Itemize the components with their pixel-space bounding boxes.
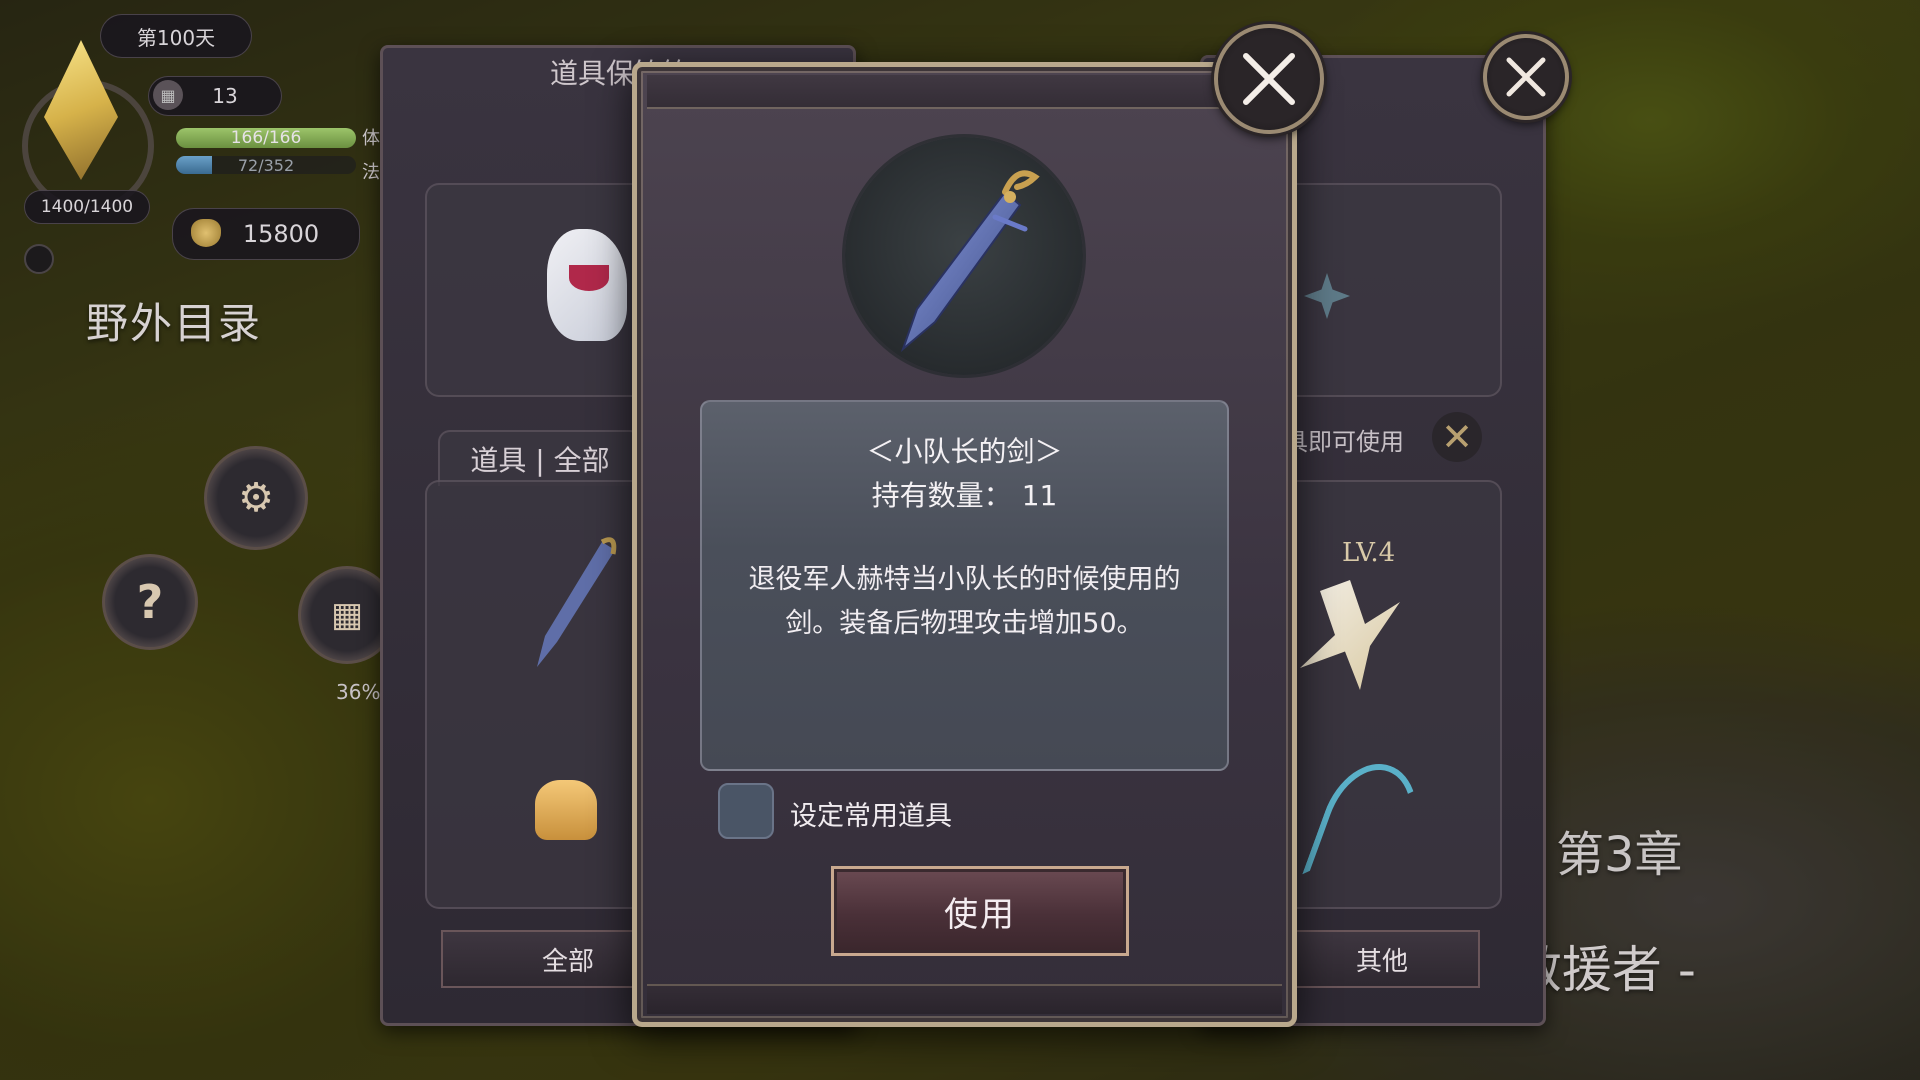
day-counter: 第100天 [100, 14, 252, 58]
staff-item-icon[interactable] [1302, 750, 1434, 906]
pendant-item-icon [1304, 273, 1350, 319]
favorite-checkbox[interactable] [718, 783, 774, 839]
help-button[interactable]: ? [102, 554, 198, 650]
item-count-label: 持有数量： [871, 479, 1012, 512]
wild-directory-title[interactable]: 野外目录 [86, 290, 262, 351]
modal-close-button[interactable] [1214, 24, 1324, 134]
tab-other[interactable]: 其他 [1284, 930, 1480, 988]
sword-icon [900, 170, 1040, 353]
hat-item-mouth [569, 265, 609, 291]
favorite-label[interactable]: 设定常用道具 [790, 794, 952, 833]
item-description-box: ＜小队长的剑＞ 持有数量： 11 退役军人赫特当小队长的时候使用的剑。装备后物理攻… [700, 400, 1229, 771]
use-button[interactable]: 使用 [831, 866, 1129, 956]
modal-bottom-bar [647, 984, 1282, 1014]
storage-subtab[interactable]: 道具 | 全部 [438, 430, 642, 486]
back-panel-close-button[interactable] [1483, 34, 1569, 120]
gear-icon: ⚙ [238, 475, 274, 521]
crystal-counter: 1400/1400 [24, 190, 150, 224]
calendar-counter: ▦ 13 [148, 76, 282, 116]
mp-side-text: 法 [362, 162, 380, 183]
storage-slot-top[interactable] [425, 183, 649, 397]
close-icon [1243, 53, 1295, 105]
sword-item-icon[interactable] [517, 532, 627, 672]
day-label: 第100天 [136, 25, 216, 50]
close-icon [1506, 57, 1546, 97]
indicator-dot [24, 244, 54, 274]
gold-counter: 15800 [172, 208, 360, 260]
calendar-icon: ▦ [153, 80, 183, 110]
bread-item-icon[interactable] [535, 780, 597, 840]
item-count: 持有数量： 11 [702, 474, 1227, 514]
hp-bar: 166/166 [176, 128, 356, 148]
gold-amount: 15800 [242, 220, 320, 248]
progress-percent: 36% [336, 680, 381, 704]
calendar-count: 13 [212, 84, 238, 108]
level-badge: LV.4 [1342, 538, 1396, 568]
modal-top-bar [647, 75, 1282, 109]
gold-bag-icon [191, 219, 221, 247]
question-icon: ? [136, 575, 164, 629]
item-name: ＜小队长的剑＞ [866, 435, 1063, 468]
settings-button[interactable]: ⚙ [204, 446, 308, 550]
item-preview [845, 137, 1083, 375]
calendar-large-icon: ▦ [330, 595, 364, 635]
hp-label: 166/166 [230, 128, 302, 148]
item-count-value: 11 [1021, 479, 1058, 512]
chapter-title: 第3章 [1556, 827, 1683, 883]
mp-bar: 72/352 [176, 156, 356, 174]
hint-close-icon[interactable]: ✕ [1432, 412, 1482, 462]
wing-item-icon[interactable] [1300, 580, 1400, 690]
crystal-label: 1400/1400 [40, 197, 134, 217]
mp-label: 72/352 [237, 156, 295, 174]
item-description: 退役军人赫特当小队长的时候使用的剑。装备后物理攻击增加50。 [748, 564, 1181, 639]
hp-side-text: 体 [362, 128, 380, 149]
storage-grid [425, 480, 649, 909]
